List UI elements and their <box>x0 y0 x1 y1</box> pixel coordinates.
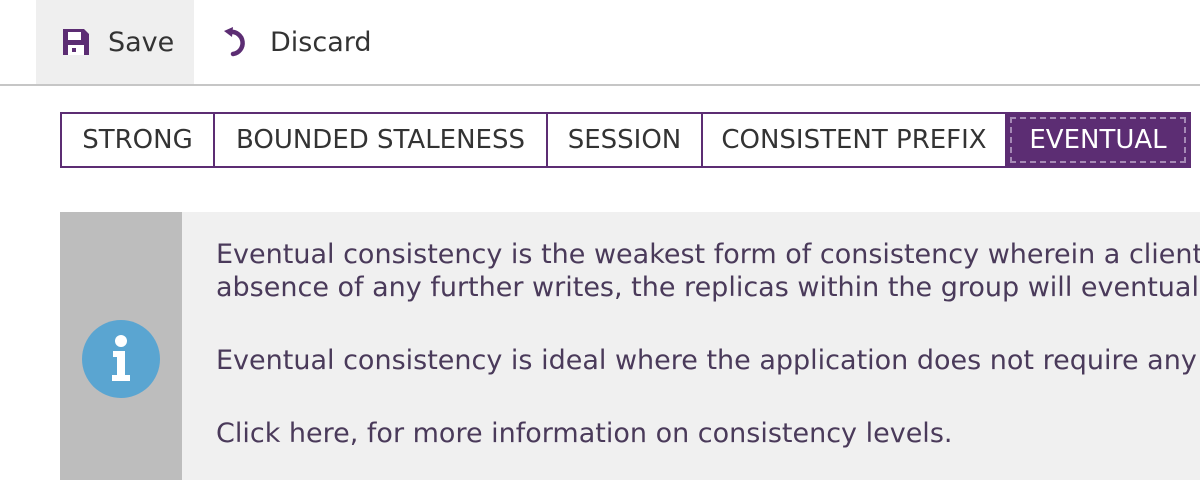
undo-icon <box>220 24 256 60</box>
info-panel: Eventual consistency is the weakest form… <box>60 212 1200 480</box>
tab-eventual[interactable]: EVENTUAL <box>1007 114 1189 166</box>
info-description-line-1: Eventual consistency is the weakest form… <box>216 239 1200 270</box>
discard-label: Discard <box>270 26 372 58</box>
discard-button[interactable]: Discard <box>218 0 388 84</box>
consistency-level-tabs: STRONG BOUNDED STALENESS SESSION CONSIST… <box>60 112 1191 168</box>
tab-bounded-staleness[interactable]: BOUNDED STALENESS <box>215 114 548 166</box>
info-description-line-2: absence of any further writes, the repli… <box>216 272 1200 303</box>
save-label: Save <box>108 26 175 58</box>
info-text: Eventual consistency is the weakest form… <box>216 238 1200 450</box>
info-sidebar <box>60 212 182 480</box>
info-icon <box>82 320 160 398</box>
tab-strong[interactable]: STRONG <box>62 114 215 166</box>
tab-consistent-prefix[interactable]: CONSISTENT PREFIX <box>703 114 1007 166</box>
info-usage-text: Eventual consistency is ideal where the … <box>216 345 1200 376</box>
command-bar: Save Discard <box>0 0 1200 86</box>
tab-session[interactable]: SESSION <box>548 114 703 166</box>
more-info-link[interactable]: Click here, for more information on cons… <box>216 417 1200 450</box>
save-button[interactable]: Save <box>36 0 194 84</box>
save-icon <box>58 24 94 60</box>
